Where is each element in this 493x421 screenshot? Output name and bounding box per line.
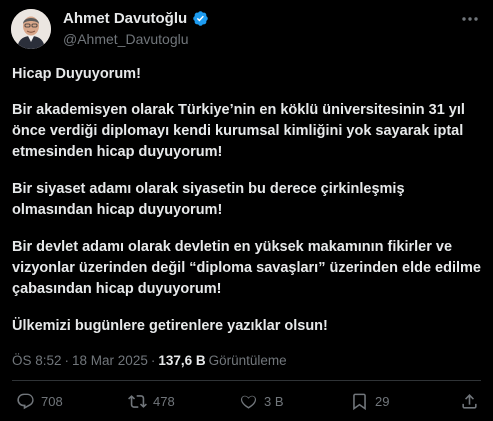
repost-count: 478 xyxy=(153,394,175,409)
bookmark-count: 29 xyxy=(375,394,390,409)
post-time[interactable]: ÖS 8:52 xyxy=(12,353,62,368)
post-paragraph-1: Bir akademisyen olarak Türkiye’nin en kö… xyxy=(12,102,465,160)
post-title: Hicap Duyuyorum! xyxy=(12,66,141,82)
like-count: 3 B xyxy=(264,394,284,409)
action-bar: 708 478 3 B 29 xyxy=(0,392,493,414)
repost-icon xyxy=(128,395,147,408)
reply-icon xyxy=(17,393,34,410)
avatar[interactable] xyxy=(11,9,51,49)
post-paragraph-4: Ülkemizi bugünlere getirenlere yazıklar … xyxy=(12,318,328,334)
views-label: Görüntüleme xyxy=(208,353,287,368)
like-button[interactable]: 3 B xyxy=(239,392,284,411)
bookmark-button[interactable]: 29 xyxy=(350,392,389,411)
views-count[interactable]: 137,6 B xyxy=(158,353,205,368)
meta-separator: · xyxy=(64,353,70,368)
author-display-name[interactable]: Ahmet Davutoğlu xyxy=(63,10,187,27)
verified-badge-icon xyxy=(192,10,209,27)
share-button[interactable] xyxy=(460,392,479,411)
reply-button[interactable]: 708 xyxy=(16,392,63,411)
paragraph-3-quote: “diploma savaşları” xyxy=(189,260,326,276)
repost-button[interactable]: 478 xyxy=(128,392,175,411)
post-paragraph-3: Bir devlet adamı olarak devletin en yüks… xyxy=(12,237,487,300)
share-icon xyxy=(462,394,477,409)
post: Ahmet Davutoğlu @Ahmet_Davutoglu Hicap D… xyxy=(0,0,493,421)
divider xyxy=(12,380,481,381)
bookmark-icon xyxy=(353,393,366,411)
author-name-row: Ahmet Davutoğlu xyxy=(63,10,209,27)
post-paragraph-2: Bir siyaset adamı olarak siyasetin bu de… xyxy=(12,181,405,218)
post-date[interactable]: 18 Mar 2025 xyxy=(72,353,148,368)
author-handle[interactable]: @Ahmet_Davutoglu xyxy=(63,31,189,47)
meta-separator-2: · xyxy=(150,353,156,368)
reply-count: 708 xyxy=(41,394,63,409)
post-meta: ÖS 8:52 · 18 Mar 2025 · 137,6 B Görüntül… xyxy=(12,353,287,368)
more-options-icon[interactable] xyxy=(459,10,481,28)
heart-icon xyxy=(240,395,257,409)
avatar-image xyxy=(11,9,51,49)
